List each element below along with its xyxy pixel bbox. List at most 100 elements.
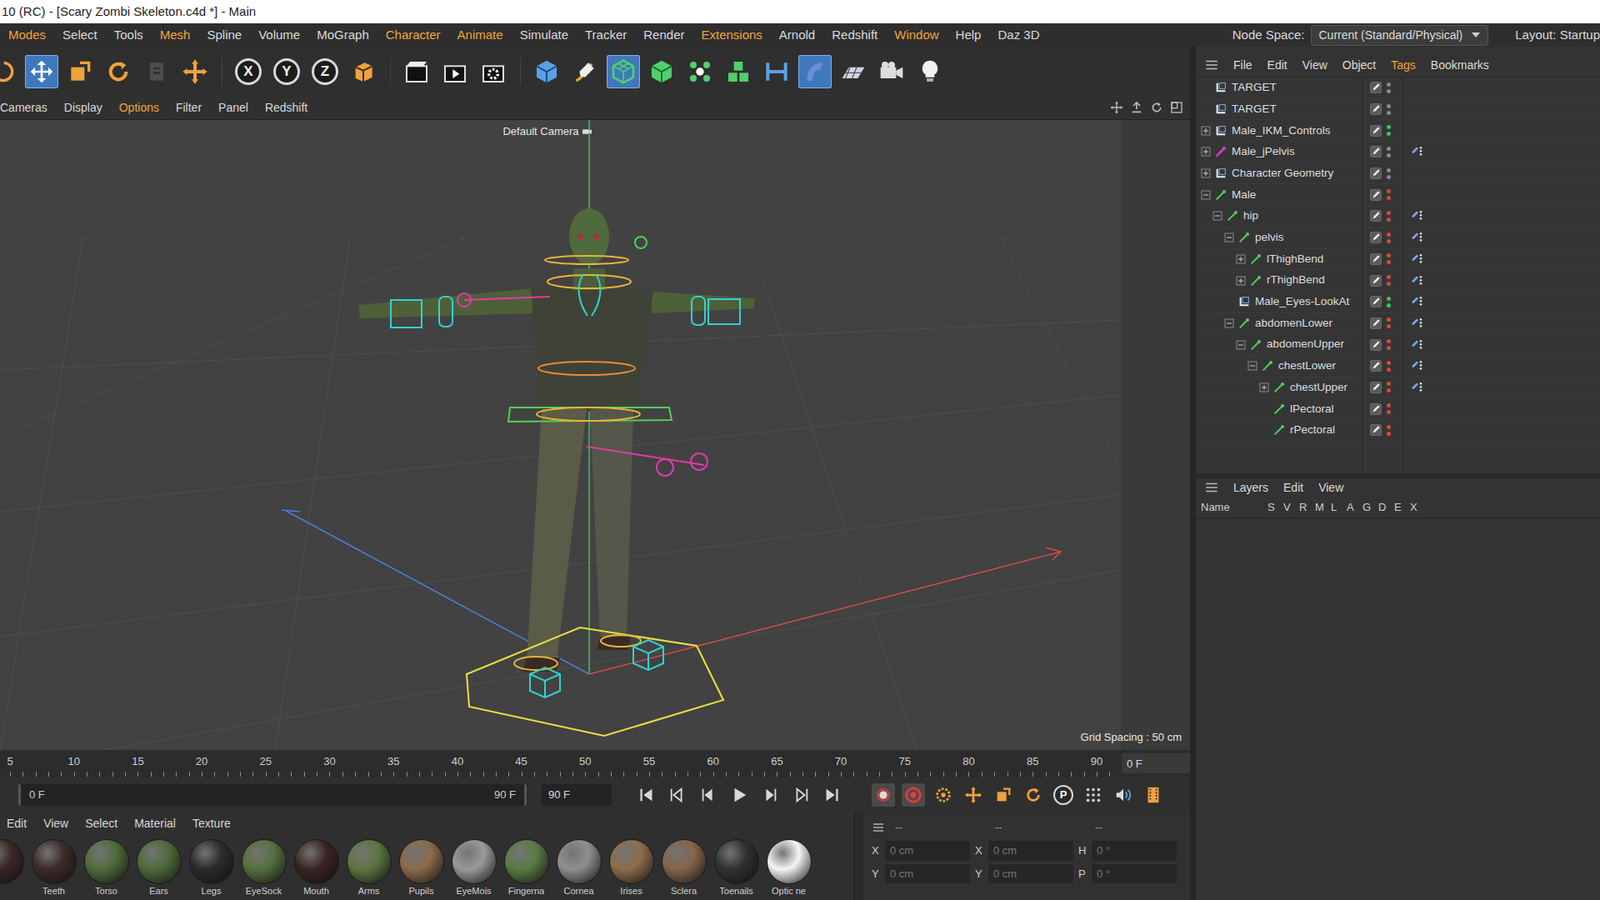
menu-item[interactable]: Spline bbox=[198, 25, 250, 45]
pan-icon[interactable] bbox=[1110, 100, 1124, 115]
viewport-menu-item[interactable]: Cameras bbox=[0, 99, 56, 117]
editor-visibility-dot[interactable] bbox=[1386, 189, 1391, 194]
object-row[interactable]: rPectoral bbox=[1195, 420, 1362, 442]
ik-tag-icon[interactable] bbox=[1410, 274, 1425, 288]
expander-icon[interactable] bbox=[1200, 190, 1211, 200]
maximize-icon[interactable] bbox=[1170, 100, 1184, 115]
camera-button[interactable] bbox=[875, 55, 909, 89]
material-ball[interactable] bbox=[294, 839, 340, 885]
cube-button[interactable] bbox=[530, 55, 564, 89]
object-row[interactable]: abdomenLower bbox=[1195, 313, 1362, 335]
layer-manager-menu-item[interactable]: View bbox=[1310, 479, 1351, 497]
material-item[interactable]: Optic ne bbox=[762, 839, 815, 897]
layer-column-header[interactable]: X bbox=[1410, 499, 1426, 516]
play-button[interactable] bbox=[727, 783, 751, 807]
viewport-menu-item[interactable]: Display bbox=[55, 99, 111, 117]
material-item[interactable]: Cornea bbox=[552, 839, 605, 897]
material-item[interactable]: Toenails bbox=[710, 839, 763, 897]
visibility-dots[interactable] bbox=[1386, 425, 1391, 436]
edit-state-icon[interactable] bbox=[1370, 210, 1382, 222]
visibility-dots[interactable] bbox=[1386, 253, 1391, 265]
object-row[interactable]: abdomenUpper bbox=[1195, 334, 1362, 356]
next-frame-button[interactable] bbox=[758, 783, 782, 807]
edit-state-icon[interactable] bbox=[1370, 317, 1382, 330]
render-visibility-dot[interactable] bbox=[1386, 345, 1391, 350]
expander-icon[interactable] bbox=[1224, 232, 1235, 243]
coordinate-field[interactable]: 0 ° bbox=[1091, 840, 1177, 861]
object-manager-menu-item[interactable]: Object bbox=[1335, 56, 1384, 75]
object-row[interactable]: hip bbox=[1195, 205, 1362, 228]
visibility-dots[interactable] bbox=[1386, 146, 1391, 158]
object-row[interactable]: Male_Eyes-LookAt bbox=[1195, 291, 1362, 314]
ik-tag-icon[interactable] bbox=[1410, 209, 1425, 223]
light-button[interactable] bbox=[913, 55, 947, 89]
ik-tag-icon[interactable] bbox=[1410, 338, 1425, 352]
menu-item[interactable]: Simulate bbox=[511, 25, 577, 45]
pen-button[interactable] bbox=[568, 55, 602, 89]
timeline-ruler[interactable]: 510152025303540455055606570758085900 F bbox=[0, 750, 1190, 777]
scale-key-button[interactable] bbox=[991, 783, 1015, 807]
frame-range-slider[interactable]: 0 F90 F bbox=[18, 784, 527, 806]
menu-item[interactable]: Tracker bbox=[576, 25, 635, 45]
viewport-menu-item[interactable]: Redshift bbox=[256, 99, 316, 117]
layer-column-header[interactable]: E bbox=[1394, 499, 1410, 516]
render-visibility-dot[interactable] bbox=[1386, 303, 1391, 308]
object-manager-menu-item[interactable]: Tags bbox=[1383, 56, 1424, 75]
material-item[interactable]: Pupils bbox=[395, 839, 448, 897]
material-ball[interactable] bbox=[451, 839, 497, 885]
axis-button[interactable]: Z bbox=[308, 55, 342, 89]
object-row[interactable]: Character Geometry bbox=[1195, 163, 1362, 185]
material-ball[interactable] bbox=[136, 839, 182, 885]
editor-visibility-dot[interactable] bbox=[1386, 125, 1391, 130]
material-item[interactable]: Fingerna bbox=[500, 839, 553, 897]
editor-visibility-dot[interactable] bbox=[1386, 403, 1391, 408]
edit-state-icon[interactable] bbox=[1370, 295, 1382, 308]
object-name[interactable]: chestLower bbox=[1278, 357, 1336, 375]
object-name[interactable]: lThighBend bbox=[1266, 250, 1324, 268]
menu-item[interactable]: Extensions bbox=[692, 25, 770, 45]
menu-item[interactable]: Mesh bbox=[151, 25, 200, 45]
menu-item[interactable]: Tools bbox=[105, 25, 152, 45]
render-visibility-dot[interactable] bbox=[1386, 260, 1391, 265]
keyframe-button[interactable] bbox=[931, 783, 955, 807]
material-item[interactable]: EyeSock bbox=[237, 839, 290, 897]
editor-visibility-dot[interactable] bbox=[1386, 253, 1391, 258]
menu-icon[interactable] bbox=[871, 820, 885, 835]
material-ball[interactable] bbox=[609, 839, 655, 885]
layer-manager-menu-item[interactable]: Edit bbox=[1275, 479, 1311, 497]
object-row[interactable]: pelvis bbox=[1195, 227, 1362, 250]
material-item[interactable]: Ears bbox=[132, 839, 185, 897]
layer-column-header[interactable]: G bbox=[1362, 499, 1379, 516]
move-key-button[interactable] bbox=[961, 783, 985, 807]
object-name[interactable]: Male bbox=[1231, 186, 1256, 204]
object-name[interactable]: Character Geometry bbox=[1231, 165, 1334, 182]
coordinate-field[interactable]: 0 cm bbox=[988, 864, 1074, 885]
object-manager-menu-item[interactable]: View bbox=[1295, 56, 1335, 75]
param-key-button[interactable]: P bbox=[1051, 783, 1075, 807]
autokey-button[interactable] bbox=[901, 783, 925, 807]
ik-tag-icon[interactable] bbox=[1410, 145, 1425, 159]
material-ball[interactable] bbox=[714, 839, 760, 885]
object-name[interactable]: chestUpper bbox=[1290, 379, 1348, 396]
go-start-button[interactable] bbox=[635, 783, 659, 807]
render-visibility-dot[interactable] bbox=[1386, 110, 1391, 115]
node-space-select[interactable]: Current (Standard/Physical) bbox=[1310, 25, 1489, 46]
visibility-dots[interactable] bbox=[1386, 360, 1391, 372]
ik-tag-icon[interactable] bbox=[1410, 252, 1425, 266]
zoom-icon[interactable] bbox=[1130, 100, 1144, 115]
menu-item[interactable]: Volume bbox=[250, 25, 309, 45]
material-item[interactable]: Legs bbox=[185, 839, 238, 897]
visibility-dots[interactable] bbox=[1386, 275, 1391, 286]
coordinate-field[interactable]: 0 ° bbox=[1091, 864, 1177, 885]
editor-visibility-dot[interactable] bbox=[1386, 275, 1391, 280]
coordinate-field[interactable]: 0 cm bbox=[988, 840, 1074, 861]
edit-state-icon[interactable] bbox=[1370, 381, 1382, 394]
editor-visibility-dot[interactable] bbox=[1386, 232, 1391, 237]
object-name[interactable]: lPectoral bbox=[1290, 400, 1335, 418]
editor-visibility-dot[interactable] bbox=[1386, 210, 1391, 215]
menu-item[interactable]: Arnold bbox=[770, 25, 824, 45]
object-name[interactable]: TARGET bbox=[1231, 79, 1277, 96]
end-frame-field[interactable]: 90 F bbox=[541, 784, 612, 806]
render-visibility-dot[interactable] bbox=[1386, 217, 1391, 222]
render-view-button[interactable] bbox=[400, 55, 434, 89]
